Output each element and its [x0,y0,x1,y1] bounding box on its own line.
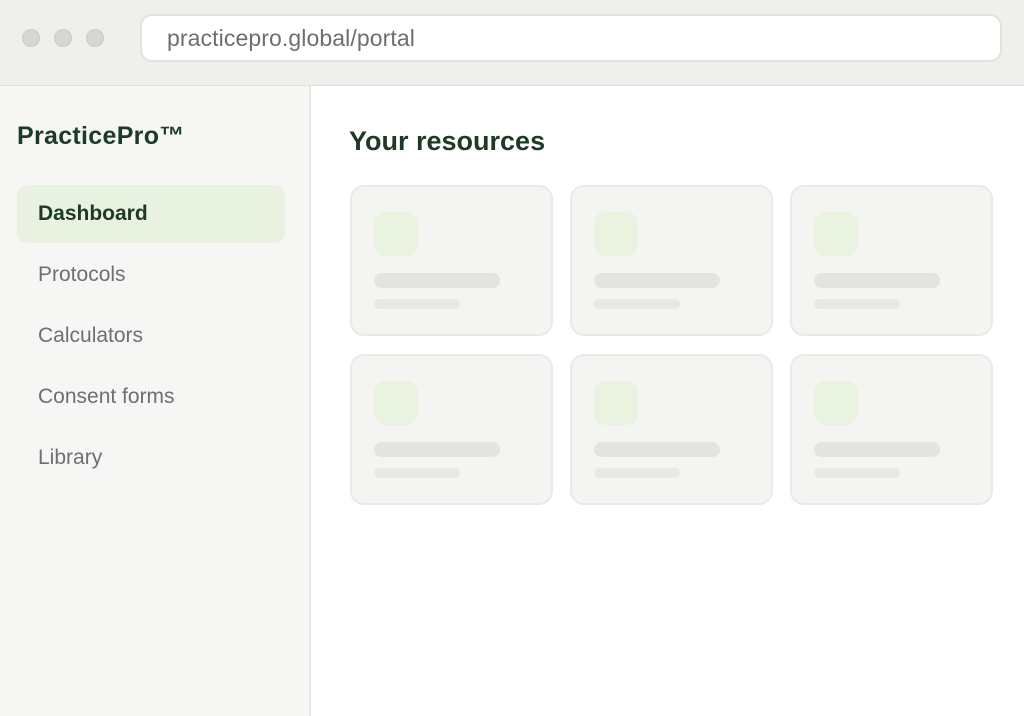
browser-toolbar: practicepro.global/portal [0,0,1024,86]
card-thumbnail-placeholder [814,212,858,256]
resource-card-grid [350,185,993,505]
sidebar-item-library[interactable]: Library [17,429,285,487]
sidebar-item-calculators[interactable]: Calculators [17,307,285,365]
resource-card-skeleton [350,185,553,336]
window-close-button[interactable] [22,29,40,47]
card-subtitle-placeholder [374,299,460,309]
card-subtitle-placeholder [594,468,680,478]
card-thumbnail-placeholder [594,381,638,425]
sidebar-item-consent-forms[interactable]: Consent forms [17,368,285,426]
card-title-placeholder [594,442,720,457]
window-minimize-button[interactable] [54,29,72,47]
main-content: Your resources [311,86,1024,716]
card-thumbnail-placeholder [374,381,418,425]
card-subtitle-placeholder [814,299,900,309]
address-bar-url: practicepro.global/portal [167,24,415,51]
sidebar-item-label: Protocols [38,263,126,286]
resource-card-skeleton [570,185,773,336]
sidebar-nav: Dashboard Protocols Calculators Consent … [17,185,285,490]
resource-card-skeleton [790,354,993,505]
resource-card-skeleton [350,354,553,505]
sidebar-item-label: Consent forms [38,385,175,408]
card-thumbnail-placeholder [814,381,858,425]
sidebar-item-label: Dashboard [38,202,148,225]
card-title-placeholder [594,273,720,288]
sidebar-item-dashboard[interactable]: Dashboard [17,185,285,243]
card-thumbnail-placeholder [374,212,418,256]
card-subtitle-placeholder [814,468,900,478]
sidebar-item-label: Calculators [38,324,144,347]
brand-logo-text[interactable]: PracticePro™ [17,122,185,151]
card-title-placeholder [374,442,500,457]
card-title-placeholder [374,273,500,288]
address-bar[interactable]: practicepro.global/portal [140,14,1002,62]
card-subtitle-placeholder [374,468,460,478]
sidebar-item-label: Library [38,446,103,469]
window-maximize-button[interactable] [86,29,104,47]
browser-window: practicepro.global/portal PracticePro™ D… [0,0,1024,716]
card-subtitle-placeholder [594,299,680,309]
resource-card-skeleton [790,185,993,336]
card-title-placeholder [814,273,940,288]
card-thumbnail-placeholder [594,212,638,256]
sidebar: PracticePro™ Dashboard Protocols Calcula… [0,86,311,716]
resource-card-skeleton [570,354,773,505]
sidebar-item-protocols[interactable]: Protocols [17,246,285,304]
card-title-placeholder [814,442,940,457]
page-title: Your resources [349,126,546,156]
